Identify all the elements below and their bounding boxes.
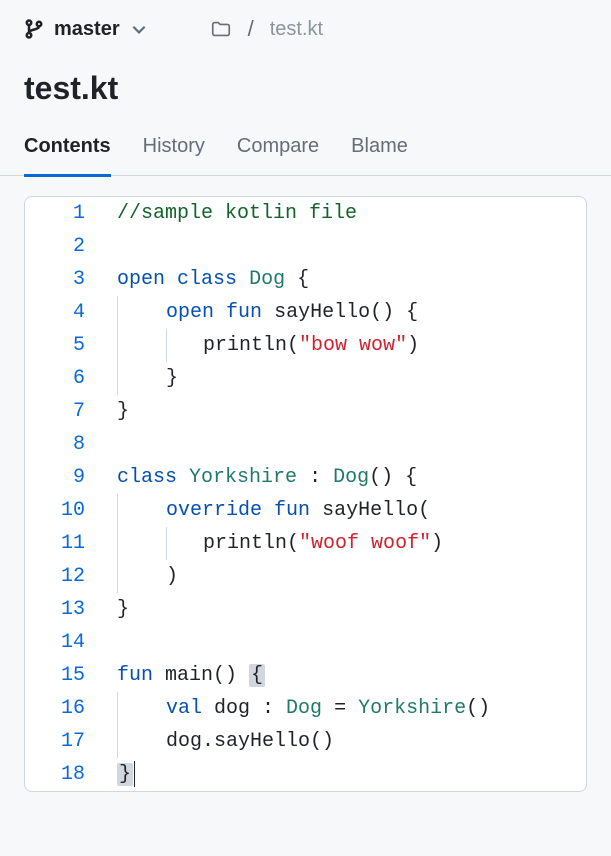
- line-content: }: [105, 395, 586, 428]
- line-number[interactable]: 8: [25, 428, 105, 461]
- line-number[interactable]: 17: [25, 725, 105, 758]
- line-number[interactable]: 13: [25, 593, 105, 626]
- git-branch-icon: [24, 19, 44, 39]
- line-number[interactable]: 16: [25, 692, 105, 725]
- line-number[interactable]: 14: [25, 626, 105, 659]
- line-content: }: [105, 362, 586, 395]
- code-line: 4 open fun sayHello() {: [25, 296, 586, 329]
- breadcrumb-filename: test.kt: [270, 18, 323, 41]
- code-line: 7 }: [25, 395, 586, 428]
- text-cursor-icon: [134, 761, 135, 787]
- branch-selector[interactable]: master: [24, 18, 148, 41]
- line-number[interactable]: 11: [25, 527, 105, 560]
- line-number[interactable]: 18: [25, 758, 105, 791]
- code-line: 6 }: [25, 362, 586, 395]
- line-number[interactable]: 6: [25, 362, 105, 395]
- line-number[interactable]: 12: [25, 560, 105, 593]
- folder-icon[interactable]: [210, 18, 232, 40]
- tab-history[interactable]: History: [143, 135, 205, 177]
- code-line: 9 class Yorkshire : Dog() {: [25, 461, 586, 494]
- code-line: 17 dog.sayHello(): [25, 725, 586, 758]
- line-content: ): [105, 560, 586, 593]
- line-number[interactable]: 5: [25, 329, 105, 362]
- code-line: 8: [25, 428, 586, 461]
- code-line: 13 }: [25, 593, 586, 626]
- bracket-match-icon: {: [249, 664, 265, 687]
- line-content: fun main() {: [105, 659, 586, 692]
- chevron-down-icon: [130, 20, 148, 38]
- line-number[interactable]: 2: [25, 230, 105, 263]
- line-content: val dog : Dog = Yorkshire(): [105, 692, 586, 725]
- branch-breadcrumb-row: master / test.kt: [24, 16, 587, 42]
- breadcrumb-separator: /: [248, 16, 254, 42]
- line-number[interactable]: 4: [25, 296, 105, 329]
- tab-blame[interactable]: Blame: [351, 135, 408, 177]
- page-title: test.kt: [24, 70, 587, 107]
- code-viewer[interactable]: 1 //sample kotlin file 2 3 open class Do…: [24, 196, 587, 792]
- tab-compare[interactable]: Compare: [237, 135, 319, 177]
- branch-name: master: [54, 18, 120, 41]
- line-content: }: [105, 593, 586, 626]
- code-line: 5 println("bow wow"): [25, 329, 586, 362]
- line-content: open class Dog {: [105, 263, 586, 296]
- line-content: class Yorkshire : Dog() {: [105, 461, 586, 494]
- code-line: 1 //sample kotlin file: [25, 197, 586, 230]
- line-number[interactable]: 10: [25, 494, 105, 527]
- code-line: 15 fun main() {: [25, 659, 586, 692]
- breadcrumb: / test.kt: [210, 16, 323, 42]
- line-content: println("bow wow"): [105, 329, 586, 362]
- line-number[interactable]: 1: [25, 197, 105, 230]
- code-line: 11 println("woof woof"): [25, 527, 586, 560]
- code-line: 14: [25, 626, 586, 659]
- line-content: override fun sayHello(: [105, 494, 586, 527]
- code-line: 10 override fun sayHello(: [25, 494, 586, 527]
- line-number[interactable]: 9: [25, 461, 105, 494]
- line-content: }: [105, 758, 586, 791]
- code-line: 16 val dog : Dog = Yorkshire(): [25, 692, 586, 725]
- code-line: 12 ): [25, 560, 586, 593]
- code-line: 3 open class Dog {: [25, 263, 586, 296]
- line-content: //sample kotlin file: [105, 197, 586, 230]
- line-number[interactable]: 3: [25, 263, 105, 296]
- line-content: println("woof woof"): [105, 527, 586, 560]
- line-number[interactable]: 15: [25, 659, 105, 692]
- line-content: dog.sayHello(): [105, 725, 586, 758]
- bracket-match-icon: }: [117, 763, 133, 786]
- line-content: open fun sayHello() {: [105, 296, 586, 329]
- tab-contents[interactable]: Contents: [24, 135, 111, 177]
- line-number[interactable]: 7: [25, 395, 105, 428]
- code-line: 18 }: [25, 758, 586, 791]
- tabs: Contents History Compare Blame: [0, 135, 611, 176]
- code-line: 2: [25, 230, 586, 263]
